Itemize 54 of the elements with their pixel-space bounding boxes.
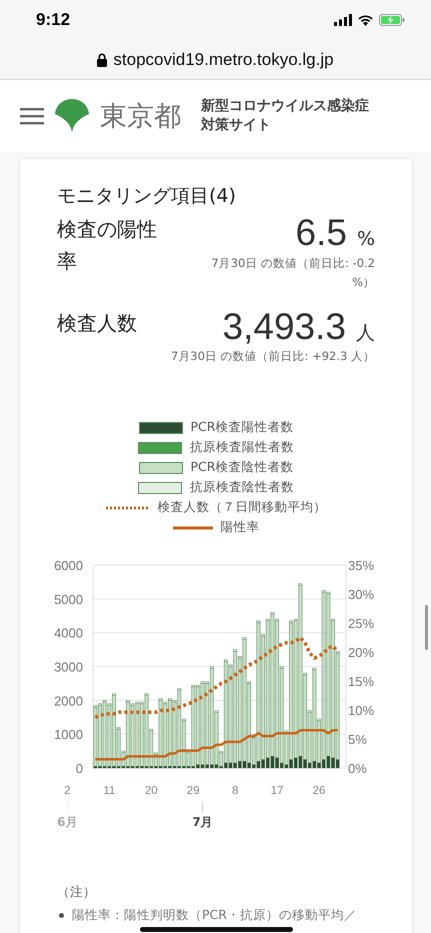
wifi-icon bbox=[357, 14, 374, 26]
metric-note: 7月30日 の数値（前日比: -0.2 %） bbox=[210, 254, 375, 292]
axis-label: 0% bbox=[348, 761, 367, 776]
metric-label: 検査人数 bbox=[57, 310, 138, 337]
leaf-icon bbox=[54, 99, 90, 133]
metric-value: 6.5 bbox=[296, 213, 347, 254]
axis-label: 6000 bbox=[54, 558, 83, 574]
axis-label: 25% bbox=[348, 616, 374, 632]
legend-label[interactable]: 陽性率 bbox=[220, 519, 260, 536]
axis-label: 10% bbox=[348, 703, 374, 718]
battery-icon bbox=[379, 14, 405, 26]
metric-unit: 人 bbox=[356, 320, 375, 346]
metric-value: 3,493.3 bbox=[222, 306, 346, 348]
home-indicator[interactable] bbox=[140, 927, 293, 932]
legend-label[interactable]: 抗原検査陰性者数 bbox=[190, 479, 294, 496]
axis-label: 4000 bbox=[54, 626, 83, 641]
month-label: 6月 bbox=[56, 814, 79, 832]
axis-label: 15% bbox=[348, 674, 374, 690]
axis-label: 1000 bbox=[54, 727, 83, 742]
notes-heading: （注） bbox=[57, 884, 97, 902]
lock-icon bbox=[97, 52, 108, 66]
axis-label: 29 bbox=[186, 785, 200, 798]
logo-text[interactable]: 東京都 bbox=[100, 98, 181, 134]
axis-label: 26 bbox=[312, 785, 326, 798]
note-text: 陽性率：陽性判明数（PCR・抗原）の移動平均／ bbox=[72, 907, 357, 924]
axis-label: 35% bbox=[348, 558, 374, 574]
address-bar[interactable]: stopcovid19.metro.tokyo.lg.jp bbox=[113, 50, 334, 70]
legend-label[interactable]: PCR検査陽性者数 bbox=[190, 419, 294, 436]
legend-label[interactable]: 検査人数（７日間移動平均） bbox=[158, 499, 326, 516]
site-title: 新型コロナウイルス感染症対策サイト bbox=[201, 97, 370, 135]
metric-label: 検査の陽性率 bbox=[57, 216, 158, 275]
axis-label: 5% bbox=[348, 732, 367, 748]
card-title: モニタリング項目(4) bbox=[57, 184, 237, 209]
bullet-icon bbox=[59, 913, 64, 918]
axis-label: 11 bbox=[103, 785, 116, 798]
axis-label: 2000 bbox=[54, 693, 83, 708]
axis-label: 5000 bbox=[54, 592, 83, 607]
scrollbar[interactable] bbox=[425, 605, 428, 650]
metric-note: 7月30日 の数値（前日比: +92.3 人） bbox=[170, 348, 375, 366]
axis-label: 0 bbox=[76, 761, 83, 776]
axis-label: 20 bbox=[144, 785, 158, 798]
axis-label: 30% bbox=[348, 587, 374, 602]
legend-label[interactable]: 抗原検査陽性者数 bbox=[190, 439, 294, 456]
menu-icon[interactable] bbox=[20, 107, 44, 125]
legend-label[interactable]: PCR検査陰性者数 bbox=[190, 459, 294, 476]
axis-label: 17 bbox=[270, 785, 284, 798]
metric-unit: % bbox=[356, 228, 375, 250]
axis-label: 20% bbox=[348, 645, 374, 660]
axis-label: 8 bbox=[232, 785, 238, 798]
signal-icon bbox=[334, 14, 352, 26]
clock: 9:12 bbox=[36, 10, 70, 30]
axis-label: 3000 bbox=[54, 660, 83, 675]
axis-label: 2 bbox=[64, 785, 71, 798]
month-label: 7月 bbox=[191, 814, 214, 832]
